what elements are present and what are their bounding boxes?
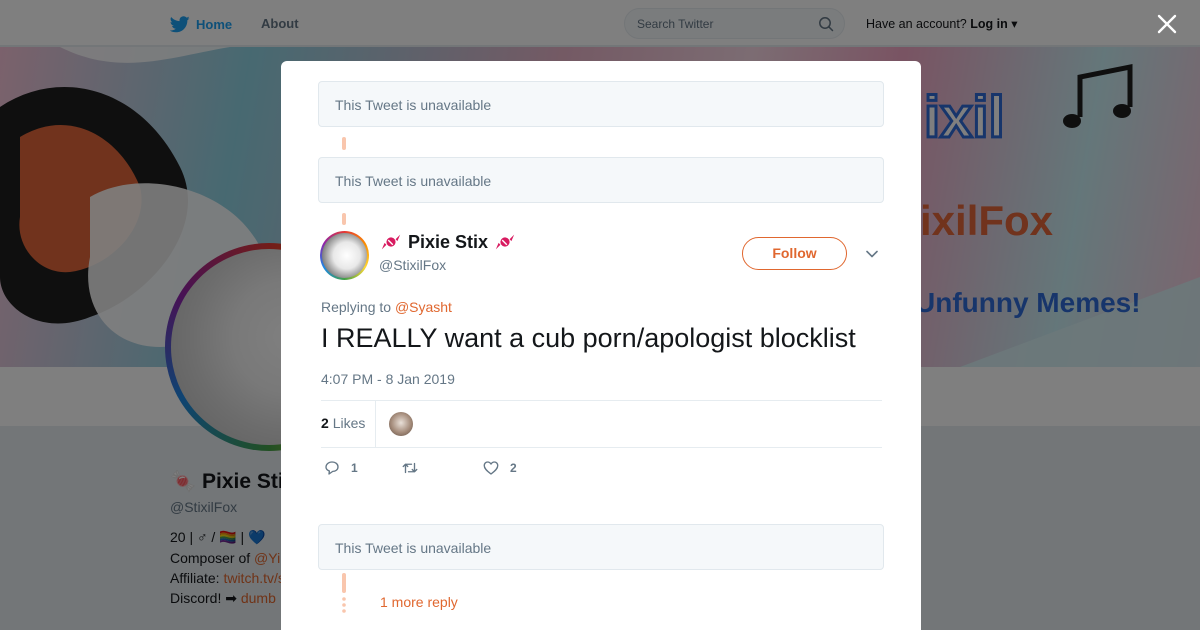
likes-count: 2 — [321, 415, 329, 431]
retweet-button[interactable] — [401, 459, 429, 477]
reply-button[interactable]: 1 — [323, 459, 358, 477]
candy-emoji-icon — [381, 234, 401, 250]
like-button[interactable]: 2 — [482, 459, 517, 477]
thread-line — [342, 573, 346, 593]
heart-icon — [483, 461, 499, 475]
tweet-author-avatar[interactable] — [320, 231, 369, 280]
more-replies-link[interactable]: 1 more reply — [380, 594, 458, 610]
tweet-modal: This Tweet is unavailable This Tweet is … — [281, 61, 921, 630]
thread-dots — [342, 597, 346, 613]
tweet-actions: 1 2 — [321, 459, 621, 479]
tweet-author-handle[interactable]: @StixilFox — [379, 257, 446, 273]
chevron-down-icon[interactable] — [864, 246, 880, 262]
tweet-timestamp[interactable]: 4:07 PM - 8 Jan 2019 — [321, 371, 455, 387]
likes-stat[interactable]: 2 Likes — [321, 415, 365, 431]
follow-button[interactable]: Follow — [742, 237, 847, 270]
retweet-icon — [402, 462, 418, 474]
thread-line — [342, 213, 346, 225]
stats-divider — [375, 401, 376, 447]
tweet-text: I REALLY want a cub porn/apologist block… — [321, 323, 856, 353]
reply-count: 1 — [351, 461, 358, 475]
tweet-stats: 2 Likes — [321, 400, 882, 448]
close-icon[interactable] — [1155, 12, 1179, 36]
unavailable-tweet-notice: This Tweet is unavailable — [318, 524, 884, 570]
liker-avatar[interactable] — [389, 412, 413, 436]
reply-icon — [325, 461, 339, 475]
like-count: 2 — [510, 461, 517, 475]
tweet-author-name[interactable]: Pixie Stix — [380, 231, 516, 253]
unavailable-tweet-notice: This Tweet is unavailable — [318, 81, 884, 127]
replying-to: Replying to @Syasht — [321, 299, 452, 315]
candy-emoji-icon — [495, 234, 515, 250]
unavailable-tweet-notice: This Tweet is unavailable — [318, 157, 884, 203]
likes-label: Likes — [332, 415, 366, 431]
replying-to-link[interactable]: @Syasht — [395, 299, 452, 315]
thread-line — [342, 137, 346, 150]
